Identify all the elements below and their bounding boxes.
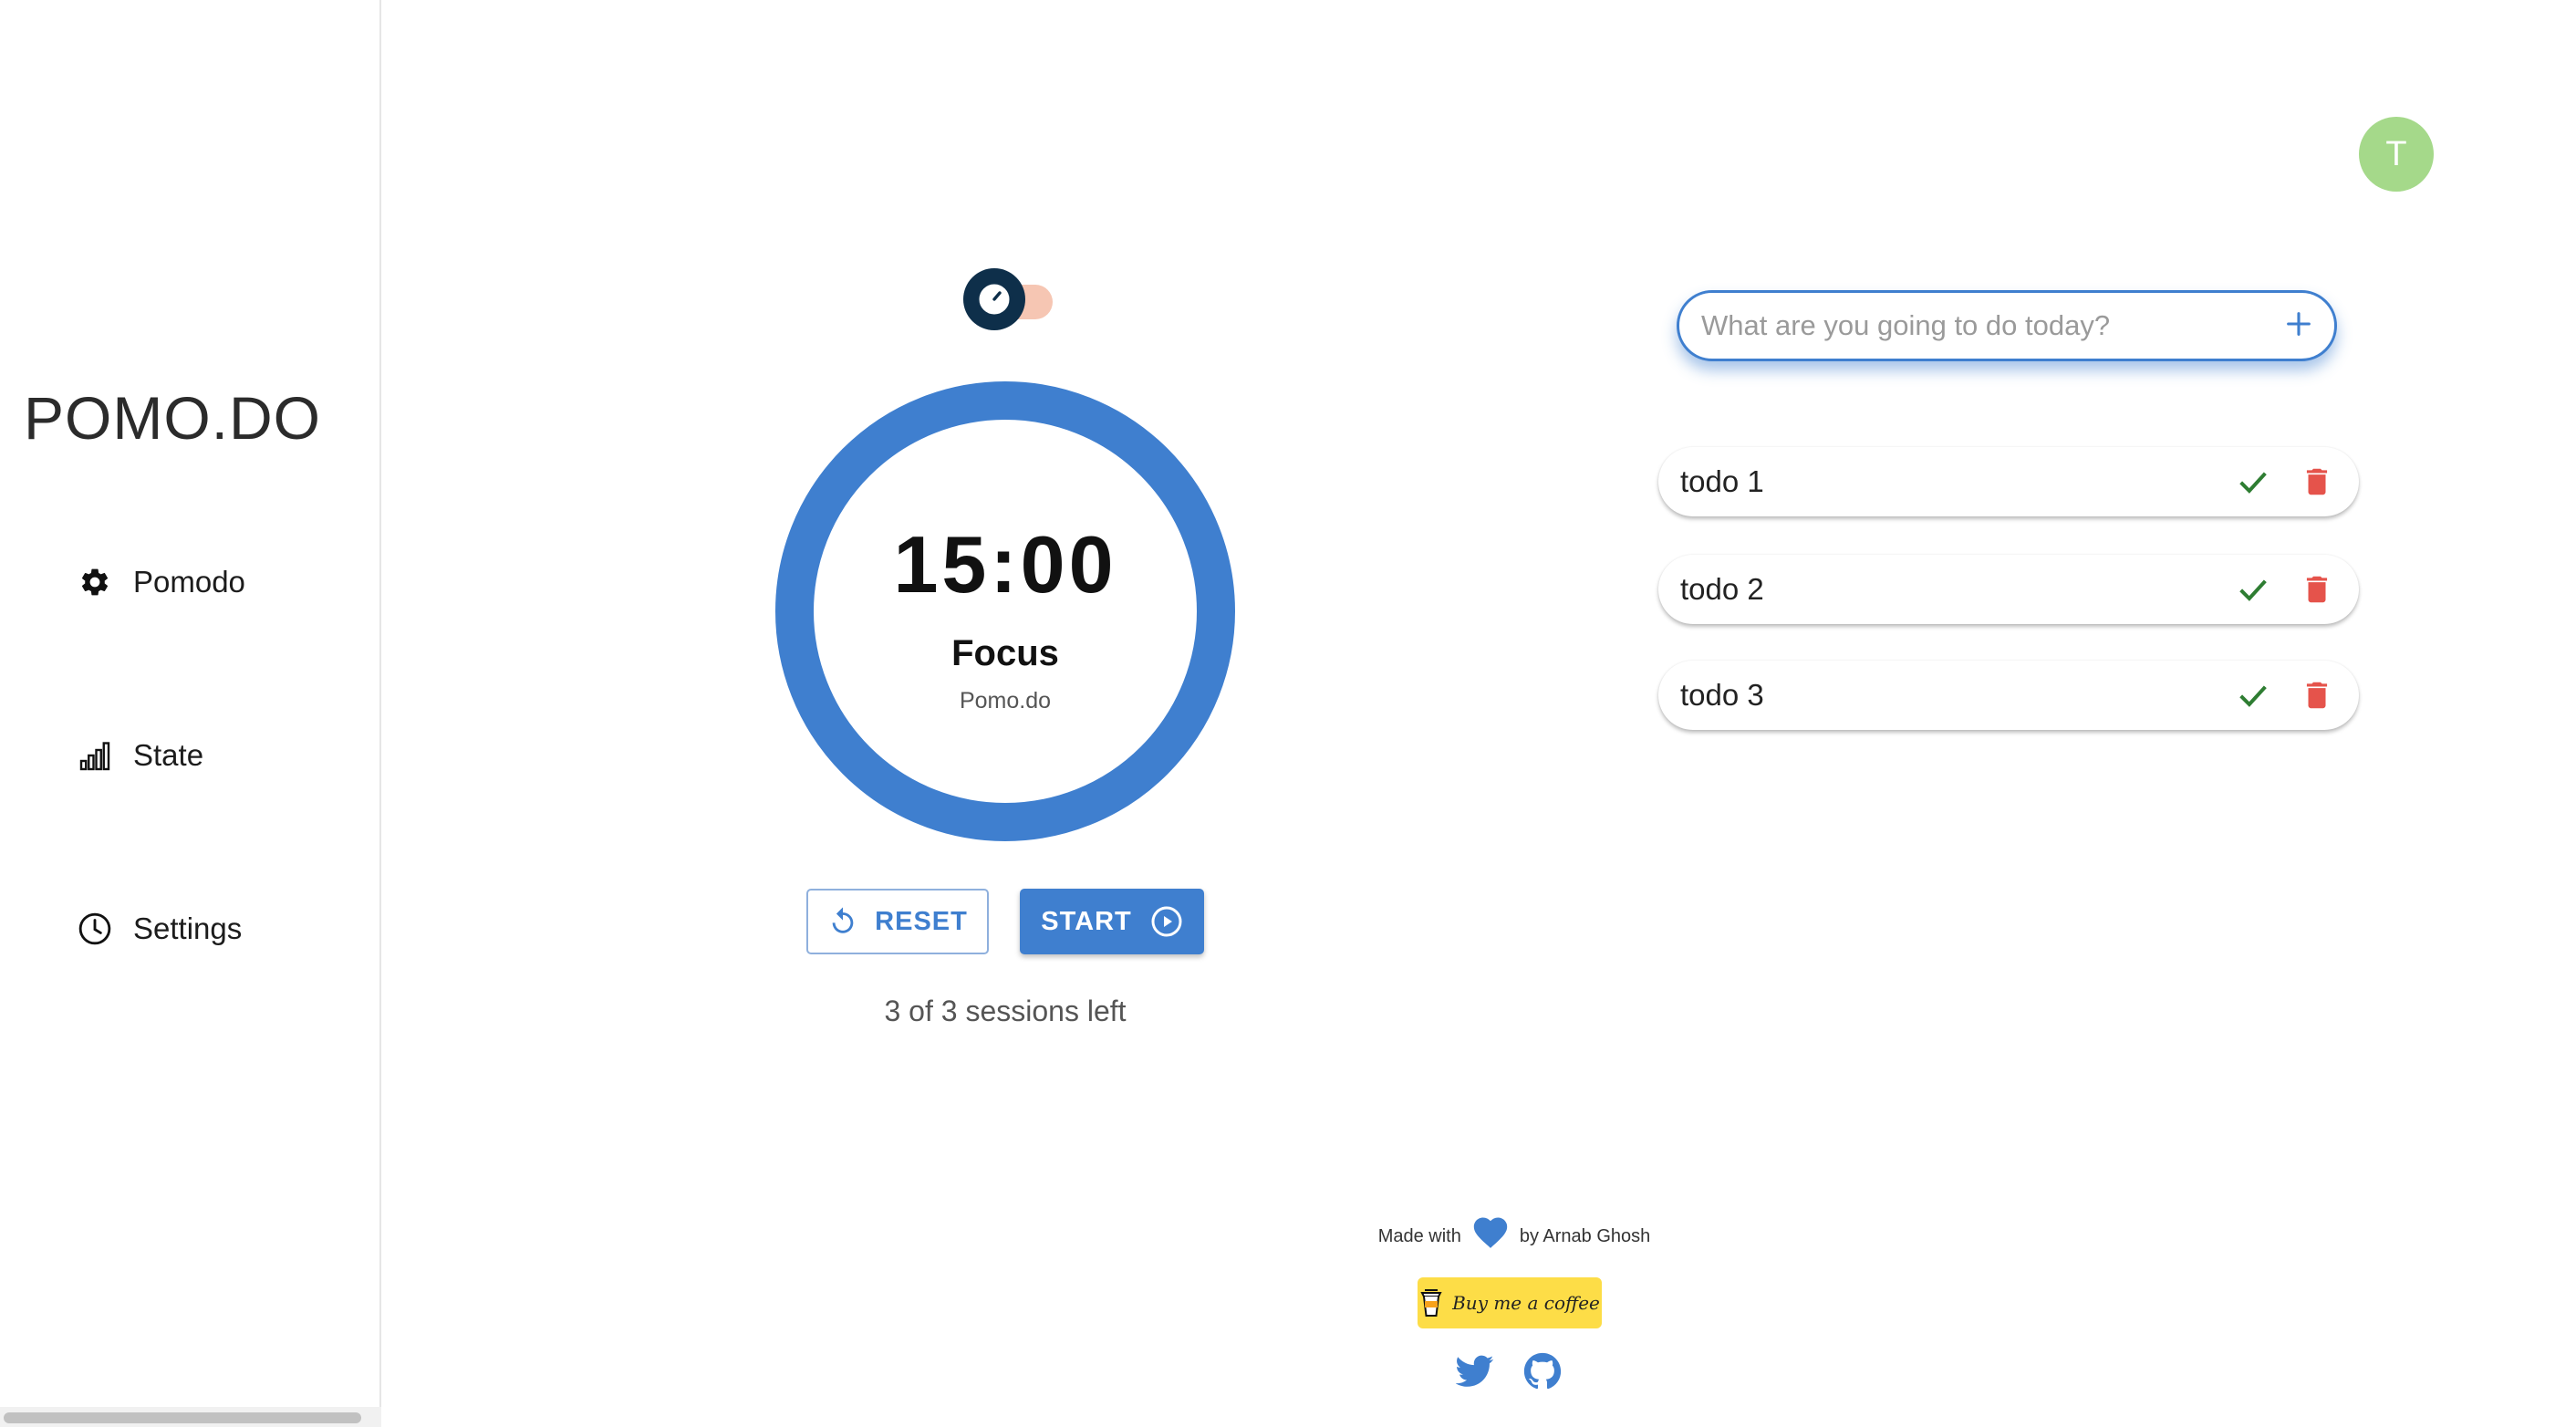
avatar-initial: T [2385,134,2407,173]
sidebar-item-label: State [133,738,204,772]
sidebar-scrollbar[interactable] [0,1407,381,1427]
sidebar-item-settings[interactable]: Settings [77,901,242,956]
app-logo-text: POMO.DO [24,384,322,452]
stopwatch-icon [963,268,1025,330]
twitter-icon [1456,1355,1494,1387]
made-with-suffix: by Arnab Ghosh [1519,1225,1651,1246]
timer-mode-toggle[interactable] [963,268,1058,332]
delete-todo-button[interactable] [2290,562,2344,617]
add-todo-button[interactable] [2267,294,2331,358]
avatar[interactable]: T [2359,117,2434,192]
timer-time: 15:00 [893,519,1117,609]
todo-text: todo 2 [1680,572,1764,606]
progress-ring [775,381,1235,841]
plus-icon [2283,308,2314,344]
todo-item: todo 2 [1658,555,2359,624]
todo-item: todo 3 [1658,661,2359,730]
bar-chart-icon [77,737,113,774]
todo-input[interactable] [1679,293,2267,359]
complete-todo-button[interactable] [2226,562,2280,617]
heart-icon [1470,1213,1511,1249]
timer-mode-label: Focus [951,633,1059,673]
delete-todo-button[interactable] [2290,668,2344,723]
footer-credit: Made with by Arnab Ghosh [1368,1213,1660,1259]
trash-icon [2306,682,2328,709]
sessions-remaining: 3 of 3 sessions left [884,995,1127,1027]
scrollbar-thumb[interactable] [4,1412,361,1423]
timer-subtitle: Pomo.do [959,688,1052,714]
sidebar-item-label: Settings [133,911,243,945]
start-button[interactable]: START [1020,889,1204,954]
start-label: START [1041,906,1132,936]
sidebar: POMO.DO Pomodo State Settings [0,0,381,1427]
twitter-link[interactable] [1454,1350,1496,1392]
github-link[interactable] [1522,1350,1563,1392]
buy-me-a-coffee-button[interactable]: Buy me a coffee [1418,1277,1602,1328]
github-icon [1523,1352,1562,1390]
gear-icon [77,564,113,600]
check-icon [2239,472,2267,494]
reset-label: RESET [875,906,968,936]
todo-text: todo 1 [1680,464,1764,498]
delete-todo-button[interactable] [2290,454,2344,509]
made-with-prefix: Made with [1377,1225,1461,1246]
todo-text: todo 3 [1680,678,1764,712]
timer-ring: 15:00 Focus Pomo.do [775,381,1235,841]
sidebar-item-state[interactable]: State [77,728,203,783]
complete-todo-button[interactable] [2226,454,2280,509]
complete-todo-button[interactable] [2226,668,2280,723]
coffee-cup-icon [1419,1287,1443,1318]
sidebar-item-pomodo[interactable]: Pomodo [77,555,245,609]
sidebar-item-label: Pomodo [133,565,245,599]
check-icon [2239,579,2267,601]
trash-icon [2306,576,2328,603]
clock-icon [77,911,113,947]
coffee-label: Buy me a coffee [1452,1292,1600,1314]
reset-button[interactable]: RESET [806,889,989,954]
play-circle-icon [1150,905,1183,938]
reset-icon [827,906,858,937]
check-icon [2239,685,2267,707]
trash-icon [2306,468,2328,495]
todo-input-container [1677,290,2337,361]
todo-item: todo 1 [1658,447,2359,516]
